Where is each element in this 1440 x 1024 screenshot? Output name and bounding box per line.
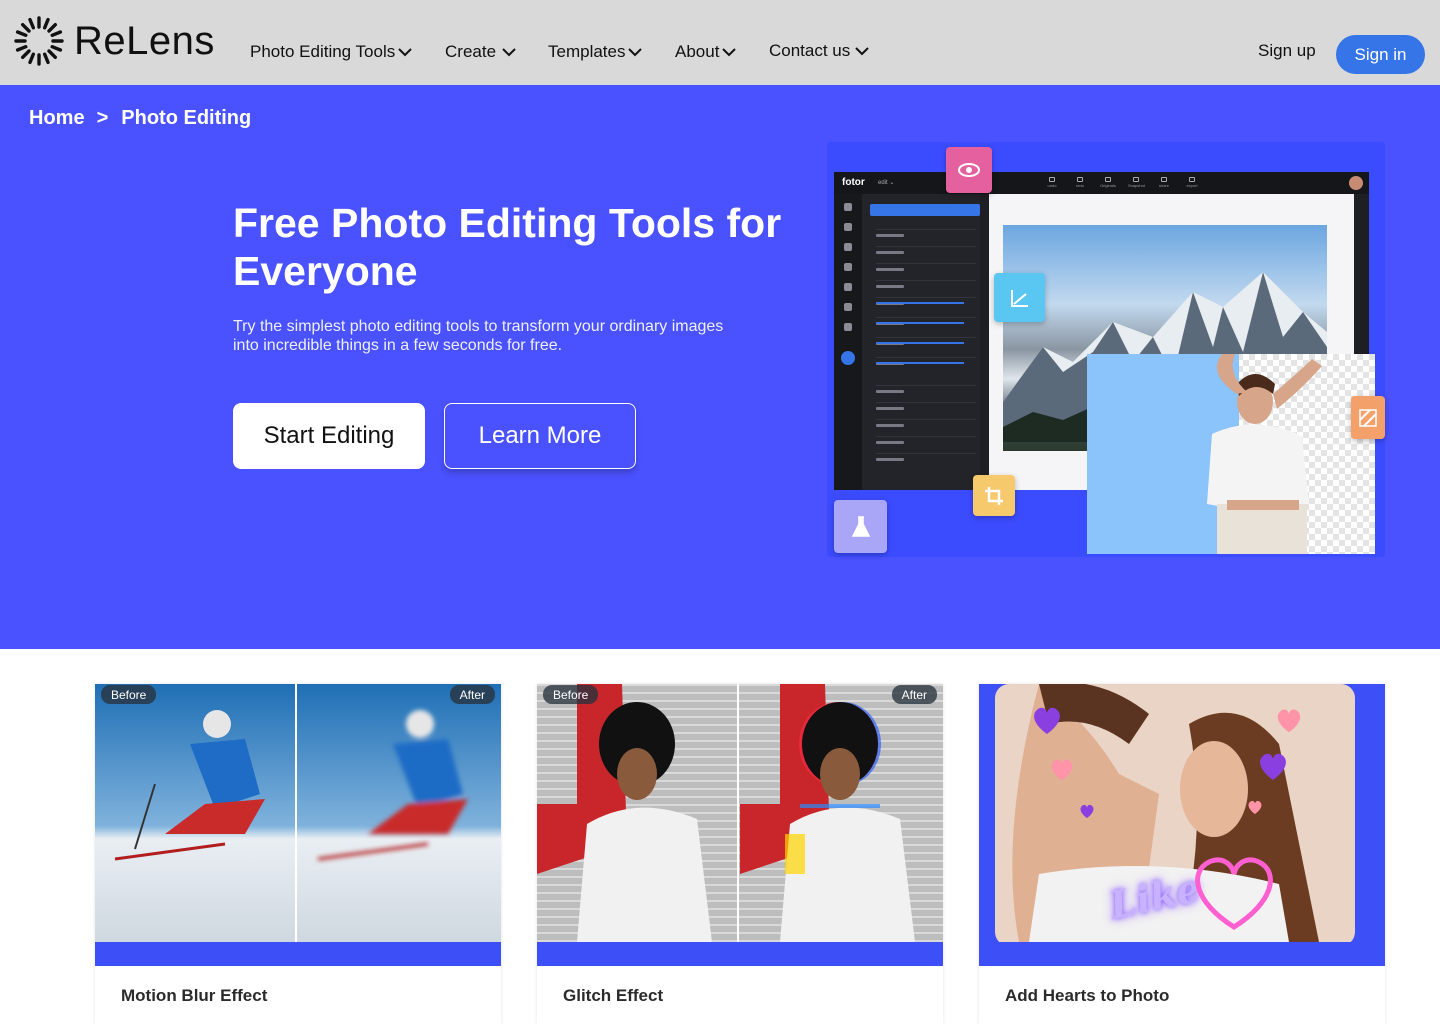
heart-icon xyxy=(1034,707,1060,734)
signin-button[interactable]: Sign in xyxy=(1336,35,1425,74)
editor-topbar: fotor edit ⌄ undo redo Originals Snapsho… xyxy=(834,172,1369,194)
editor-adjust-panel xyxy=(862,194,980,490)
chevron-down-icon xyxy=(398,48,412,57)
brand-logo[interactable]: ReLens xyxy=(14,16,215,66)
editor-tool: redo xyxy=(1072,177,1088,188)
heart-icon xyxy=(1260,753,1286,780)
breadcrumb: Home > Photo Editing xyxy=(29,107,251,130)
card-title: Motion Blur Effect xyxy=(121,986,268,1005)
signup-link[interactable]: Sign up xyxy=(1258,41,1316,61)
breadcrumb-separator: > xyxy=(96,107,109,129)
motion-blur-preview xyxy=(95,684,501,942)
editor-tool: Originals xyxy=(1100,177,1116,188)
editor-tool: share xyxy=(1156,177,1172,188)
nav-label: Templates xyxy=(548,42,626,61)
nav-label: Create xyxy=(445,42,497,61)
nav-label: Contact us xyxy=(769,41,851,60)
before-after-divider xyxy=(737,684,739,942)
tool-card-motion-blur[interactable]: Before After Motion Blur Effect xyxy=(95,684,501,1024)
nav-label: About xyxy=(675,42,720,61)
editor-mode: edit ⌄ xyxy=(878,180,895,186)
chat-icon xyxy=(841,351,855,365)
pattern-icon xyxy=(1351,396,1385,439)
top-navbar: ReLens Photo Editing Tools Create Templa… xyxy=(0,0,1440,85)
card-title: Add Hearts to Photo xyxy=(1005,986,1170,1005)
chevron-down-icon xyxy=(628,48,643,57)
after-tag: After xyxy=(449,685,495,704)
editor-tool: export xyxy=(1184,177,1200,188)
woman-portrait xyxy=(1207,354,1322,554)
heart-icon xyxy=(1080,804,1094,818)
editor-tool: Snapshot xyxy=(1128,177,1145,188)
chevron-down-icon xyxy=(722,48,737,57)
nav-about[interactable]: About xyxy=(675,42,737,62)
flask-icon xyxy=(834,500,887,553)
nav-photo-editing-tools[interactable]: Photo Editing Tools xyxy=(250,42,413,62)
breadcrumb-home[interactable]: Home xyxy=(29,107,85,130)
chevron-down-icon xyxy=(855,47,869,56)
card-band xyxy=(537,942,943,966)
editor-toolbar: undo redo Originals Snapshot share expor… xyxy=(1044,177,1200,188)
card-title: Glitch Effect xyxy=(563,986,664,1005)
hero-section: Home > Photo Editing Free Photo Editing … xyxy=(0,85,1440,649)
chevron-down-icon xyxy=(502,48,516,57)
learn-more-button[interactable]: Learn More xyxy=(444,403,636,469)
editor-side-rail xyxy=(834,194,862,490)
after-tag: After xyxy=(891,685,937,704)
heart-icon xyxy=(1248,800,1262,814)
hero-subtitle: Try the simplest photo editing tools to … xyxy=(233,318,724,354)
before-tag: Before xyxy=(543,685,599,704)
page-title: Free Photo Editing Tools for Everyone xyxy=(233,200,782,294)
nav-templates[interactable]: Templates xyxy=(548,42,643,62)
brand-name: ReLens xyxy=(74,19,215,63)
card-band xyxy=(95,942,501,966)
nav-label: Photo Editing Tools xyxy=(250,42,396,61)
tool-card-add-hearts[interactable]: Like Add Hearts to Photo xyxy=(979,684,1385,1024)
heart-icon xyxy=(1051,759,1073,781)
eye-icon xyxy=(946,147,992,193)
breadcrumb-current[interactable]: Photo Editing xyxy=(121,107,251,130)
sunburst-logo-icon xyxy=(14,16,64,66)
start-editing-button[interactable]: Start Editing xyxy=(233,403,425,469)
nav-create[interactable]: Create xyxy=(445,42,517,62)
before-tag: Before xyxy=(101,685,157,704)
nav-contact-us[interactable]: Contact us xyxy=(769,41,870,61)
adjust-curve-icon xyxy=(994,273,1045,322)
crop-icon xyxy=(973,475,1015,516)
editor-illustration: fotor edit ⌄ undo redo Originals Snapsho… xyxy=(827,142,1385,557)
editor-logo: fotor xyxy=(842,177,865,188)
tool-card-glitch[interactable]: Before After Glitch Effect xyxy=(537,684,943,1024)
editor-panel-search xyxy=(870,204,980,216)
avatar xyxy=(1349,176,1363,190)
card-band xyxy=(979,942,1385,966)
before-after-divider xyxy=(295,684,297,942)
glitch-preview xyxy=(537,684,943,942)
cutout-photo xyxy=(1087,354,1375,554)
editor-tool: undo xyxy=(1044,177,1060,188)
heart-icon xyxy=(1277,709,1301,733)
neon-heart-icon xyxy=(1195,857,1273,930)
